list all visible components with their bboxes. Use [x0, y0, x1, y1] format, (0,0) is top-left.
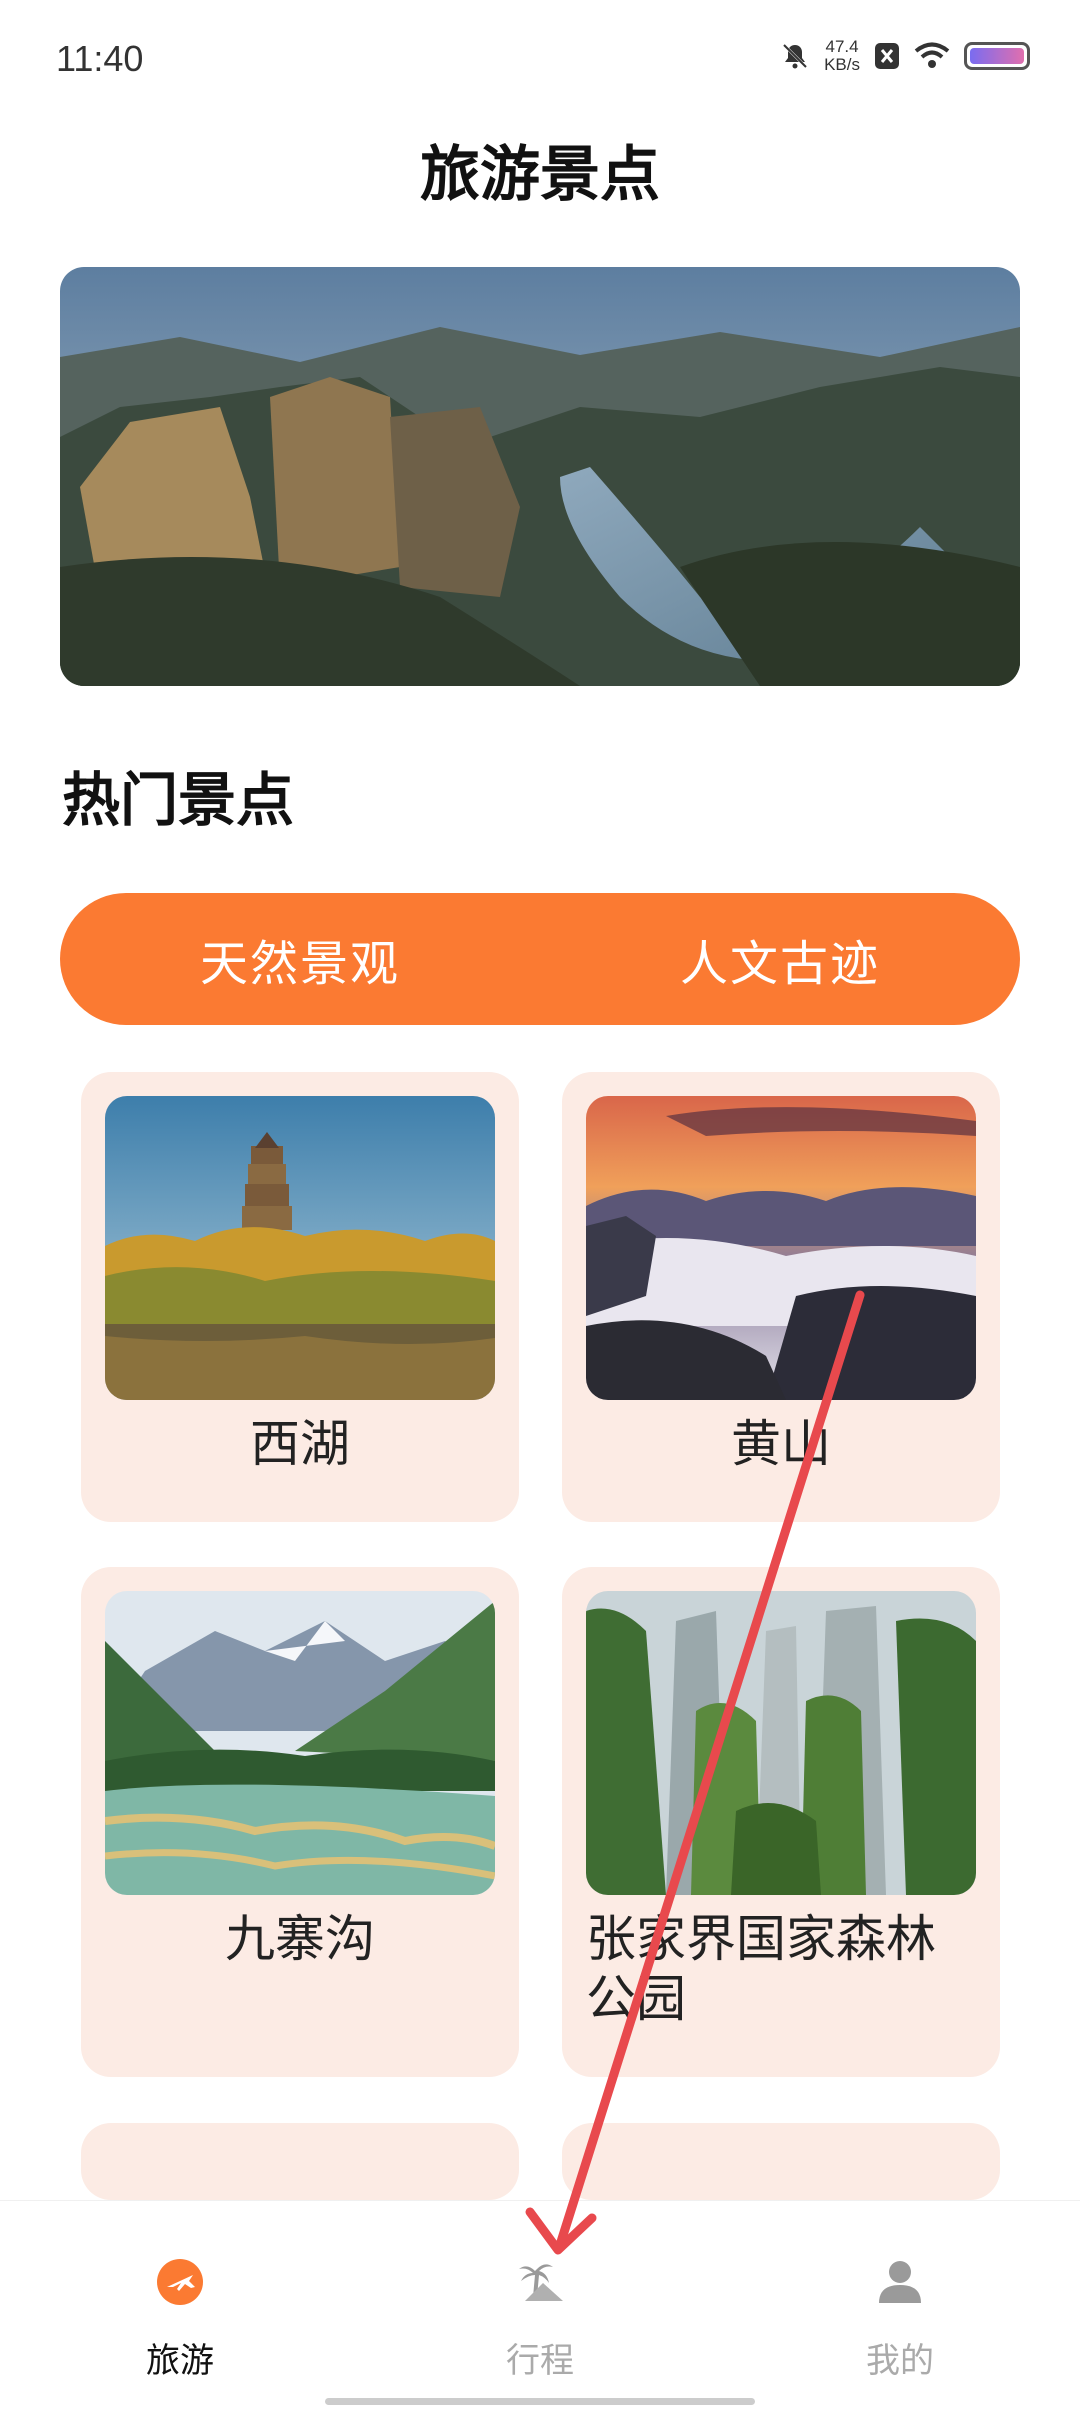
plane-icon: [157, 2259, 203, 2305]
wifi-icon: [914, 42, 950, 68]
spot-name: 张家界国家森林公园: [586, 1910, 936, 2028]
nav-item-travel[interactable]: 旅游: [0, 2201, 360, 2401]
user-icon: [879, 2261, 921, 2303]
spot-name: 黄山: [731, 1415, 831, 1473]
network-speed: 47.4 KB/s: [824, 38, 860, 74]
nav-item-mine[interactable]: 我的: [720, 2201, 1080, 2401]
category-tab-bar: 天然景观 人文古迹: [60, 893, 1020, 1025]
tab-cultural-heritage[interactable]: 人文古迹: [540, 893, 1020, 1025]
sim-blocked-icon: [875, 43, 899, 69]
status-time: 11:40: [56, 38, 144, 79]
section-title: 热门景点: [62, 766, 295, 834]
spot-image-zhangjiajie: [586, 1591, 976, 1895]
nav-label-itinerary: 行程: [506, 2341, 574, 2381]
spot-card-jiuzhaigou[interactable]: 九寨沟: [81, 1567, 519, 2077]
spot-card-huangshan[interactable]: 黄山: [562, 1072, 1000, 1522]
spot-card-partial[interactable]: [81, 2123, 519, 2200]
spot-card-xihu[interactable]: 西湖: [81, 1072, 519, 1522]
spot-image-jiuzhaigou: [105, 1591, 495, 1895]
spot-image-huangshan: [586, 1096, 976, 1400]
nav-label-travel: 旅游: [146, 2341, 214, 2381]
tab-natural-scenery[interactable]: 天然景观: [60, 893, 540, 1025]
banner-image[interactable]: [60, 267, 1020, 686]
nav-label-mine: 我的: [866, 2341, 934, 2381]
spot-image-xihu: [105, 1096, 495, 1400]
mute-bell-icon: [783, 43, 808, 69]
home-indicator: [325, 2398, 755, 2405]
network-speed-unit: KB/s: [824, 55, 860, 74]
nav-item-itinerary[interactable]: 行程: [360, 2201, 720, 2401]
spot-name: 九寨沟: [225, 1910, 375, 1968]
bottom-nav: 旅游 行程 我的: [0, 2200, 1080, 2409]
palm-tree-icon: [519, 2264, 563, 2301]
spot-name: 西湖: [250, 1415, 350, 1473]
status-icons: 47.4 KB/s: [780, 38, 1030, 74]
spot-card-zhangjiajie[interactable]: 张家界国家森林公园: [562, 1567, 1000, 2077]
spot-card-partial[interactable]: [562, 2123, 1000, 2200]
network-speed-value: 47.4: [825, 37, 859, 56]
status-bar: 11:40 47.4 KB/s: [0, 0, 1080, 120]
page-title: 旅游景点: [420, 140, 660, 210]
battery-icon: [964, 42, 1030, 70]
